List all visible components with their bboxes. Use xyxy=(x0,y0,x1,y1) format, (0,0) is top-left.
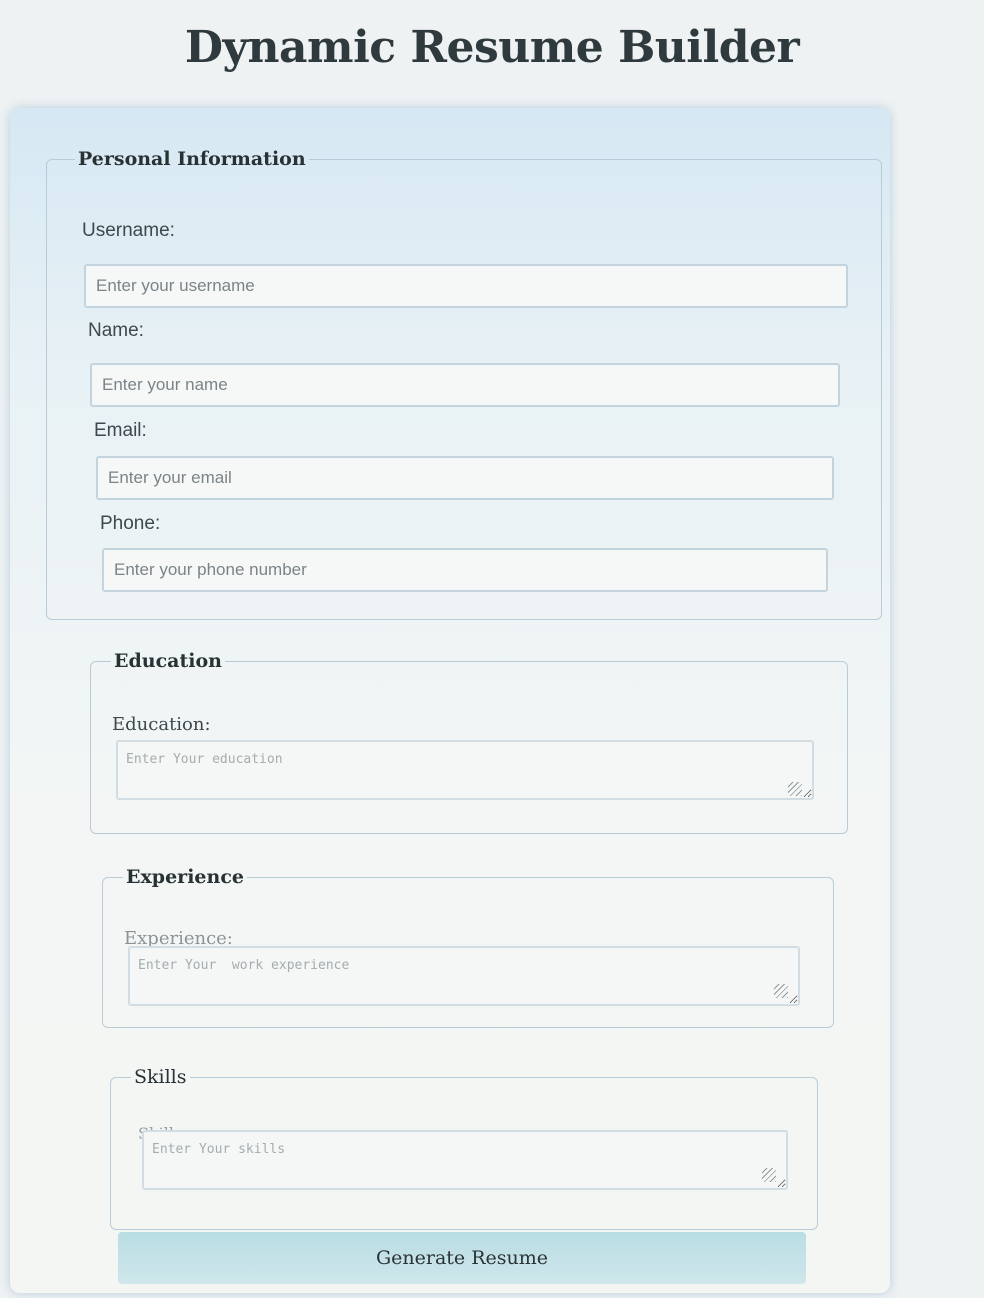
phone-label: Phone: xyxy=(100,513,161,534)
skills-resize-handle[interactable] xyxy=(762,1168,776,1182)
generate-resume-button[interactable]: Generate Resume xyxy=(118,1232,806,1284)
page-title: Dynamic Resume Builder xyxy=(184,22,800,73)
skills-textarea[interactable] xyxy=(142,1130,788,1190)
education-textarea[interactable] xyxy=(116,740,814,800)
phone-input[interactable] xyxy=(102,548,828,592)
personal-information-legend: Personal Information xyxy=(78,148,306,170)
education-label: Education: xyxy=(112,714,211,735)
name-label: Name: xyxy=(88,320,144,341)
education-legend: Education xyxy=(114,650,222,672)
username-input[interactable] xyxy=(84,264,848,308)
experience-legend: Experience xyxy=(126,866,244,888)
username-label: Username: xyxy=(82,220,175,241)
resume-form-card: Personal Information Username: Name: Ema… xyxy=(10,108,890,1293)
education-resize-handle[interactable] xyxy=(788,782,802,796)
name-input[interactable] xyxy=(90,363,840,407)
skills-legend: Skills xyxy=(134,1066,187,1088)
email-input[interactable] xyxy=(96,456,834,500)
experience-resize-handle[interactable] xyxy=(774,984,788,998)
email-label: Email: xyxy=(94,420,147,441)
experience-textarea[interactable] xyxy=(128,946,800,1006)
